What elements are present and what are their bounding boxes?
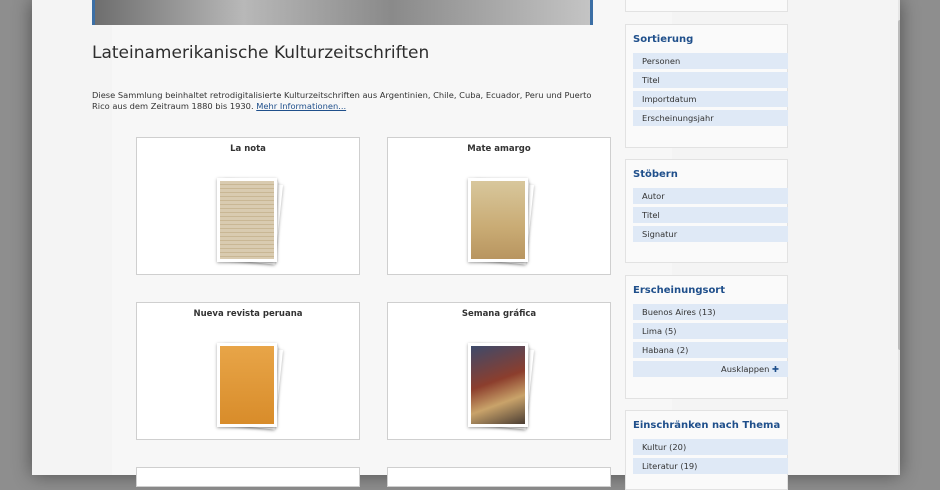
- place-heading: Erscheinungsort: [633, 285, 726, 296]
- browse-item-autor[interactable]: Autor: [633, 188, 788, 204]
- magazine-cover-semana-grafica-icon[interactable]: [468, 343, 535, 435]
- page-title: Lateinamerikanische Kulturzeitschriften: [92, 43, 430, 63]
- browse-panel: Stöbern Autor Titel Signatur: [625, 159, 788, 263]
- sidebar-box-top: [625, 0, 788, 12]
- browse-item-titel[interactable]: Titel: [633, 207, 788, 223]
- sort-item-titel[interactable]: Titel: [633, 72, 788, 88]
- cover-thumbnail: [217, 178, 277, 262]
- place-item-habana[interactable]: Habana (2): [633, 342, 788, 358]
- scrollbar[interactable]: [898, 0, 900, 475]
- collection-description: Diese Sammlung beinhaltet retrodigitalis…: [92, 90, 592, 112]
- scrollbar-thumb[interactable]: [898, 20, 900, 350]
- card-title: La nota: [230, 144, 266, 154]
- collection-card-semana-grafica[interactable]: Semana gráfica: [387, 302, 611, 440]
- cover-thumbnail: [217, 343, 277, 427]
- place-item-buenos-aires[interactable]: Buenos Aires (13): [633, 304, 788, 320]
- more-info-link[interactable]: Mehr Informationen...: [256, 101, 346, 111]
- expand-button[interactable]: Ausklappen ✚: [633, 361, 788, 377]
- place-panel: Erscheinungsort Buenos Aires (13) Lima (…: [625, 275, 788, 399]
- cover-thumbnail: [468, 343, 528, 427]
- cover-thumbnail: [468, 178, 528, 262]
- magazine-cover-nueva-revista-peruana-icon[interactable]: [217, 343, 284, 435]
- browse-item-signatur[interactable]: Signatur: [633, 226, 788, 242]
- collection-card-nueva-revista-peruana[interactable]: Nueva revista peruana: [136, 302, 360, 440]
- browse-heading: Stöbern: [633, 169, 678, 180]
- topic-heading: Einschränken nach Thema: [633, 420, 781, 431]
- sort-item-personen[interactable]: Personen: [633, 53, 788, 69]
- card-title: Mate amargo: [467, 144, 531, 154]
- sort-heading: Sortierung: [633, 34, 694, 45]
- topic-item-literatur[interactable]: Literatur (19): [633, 458, 788, 474]
- magazine-cover-mate-amargo-icon[interactable]: [468, 178, 535, 270]
- collection-card-partial[interactable]: [136, 467, 360, 487]
- sort-panel: Sortierung Personen Titel Importdatum Er…: [625, 24, 788, 148]
- collection-card-partial[interactable]: [387, 467, 611, 487]
- topic-item-kultur[interactable]: Kultur (20): [633, 439, 788, 455]
- magazine-cover-la-nota-icon[interactable]: [217, 178, 284, 270]
- sort-item-importdatum[interactable]: Importdatum: [633, 91, 788, 107]
- collection-card-mate-amargo[interactable]: Mate amargo: [387, 137, 611, 275]
- card-title: Semana gráfica: [461, 309, 537, 319]
- expand-label: Ausklappen: [721, 364, 770, 374]
- hero-image: [92, 0, 593, 25]
- plus-icon: ✚: [772, 364, 779, 374]
- collection-card-la-nota[interactable]: La nota: [136, 137, 360, 275]
- card-title: Nueva revista peruana: [193, 309, 303, 319]
- place-item-lima[interactable]: Lima (5): [633, 323, 788, 339]
- sort-item-erscheinungsjahr[interactable]: Erscheinungsjahr: [633, 110, 788, 126]
- topic-panel: Einschränken nach Thema Kultur (20) Lite…: [625, 410, 788, 490]
